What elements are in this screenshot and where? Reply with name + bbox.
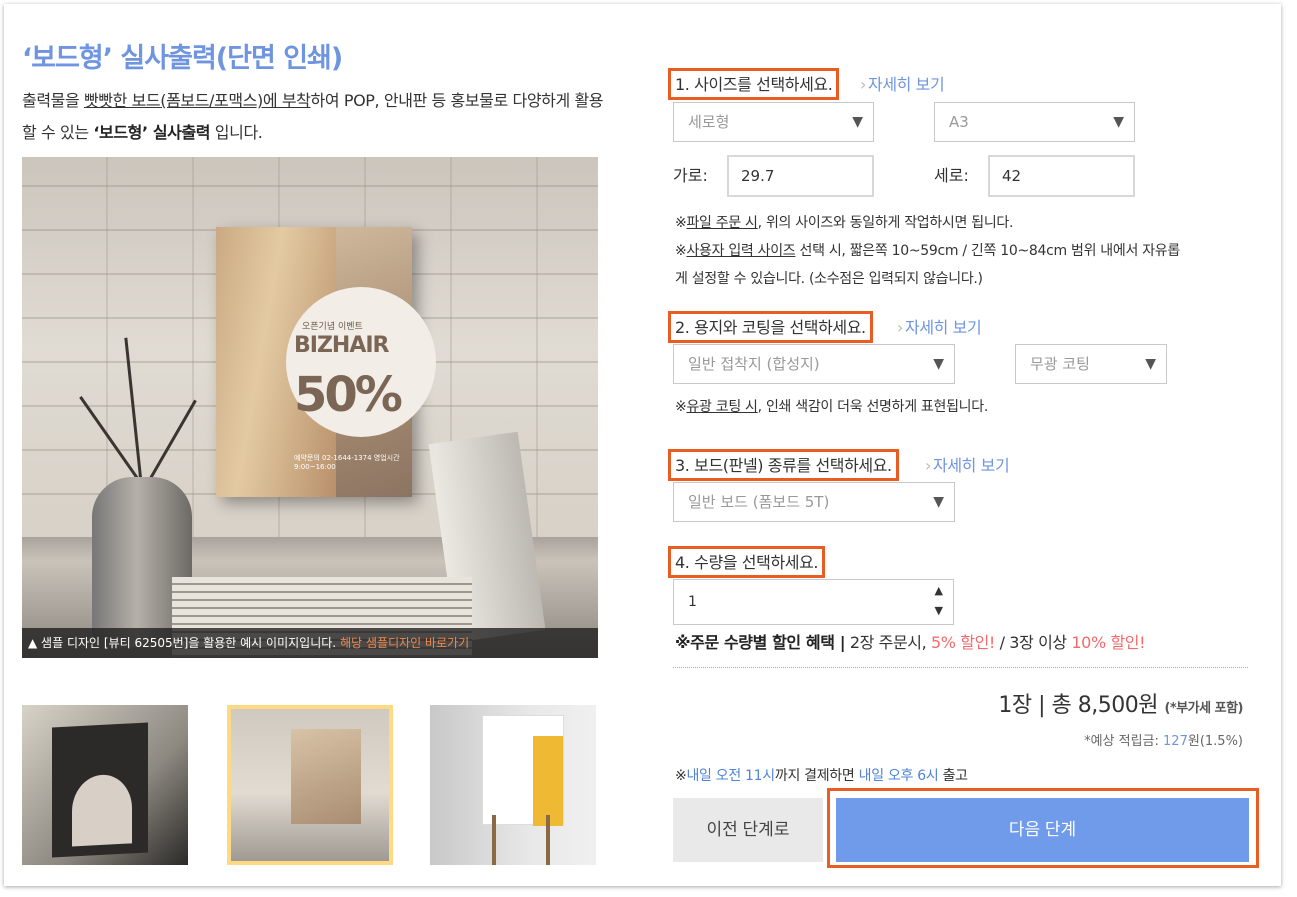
divider — [673, 667, 1248, 668]
paper-select[interactable]: 일반 접착지 (합성지) ▼ — [673, 344, 955, 384]
width-input[interactable]: 29.7 — [727, 155, 874, 197]
points-value: 127 — [1163, 734, 1188, 749]
chevron-right-icon: › — [897, 318, 903, 337]
select-value: 무광 코팅 — [1030, 355, 1090, 373]
note-text: , 위의 사이즈와 동일하게 작업하시면 됩니다. — [757, 215, 1014, 231]
select-value: 일반 보드 (폼보드 5T) — [688, 493, 830, 511]
step4-label: 4. 수량을 선택하세요. — [668, 546, 826, 578]
dropdown-arrow-icon: ▼ — [933, 356, 944, 372]
desc-text: 입니다. — [210, 123, 263, 142]
next-step-button[interactable]: 다음 단계 — [836, 798, 1249, 862]
prev-step-button[interactable]: 이전 단계로 — [673, 798, 823, 862]
points-suffix: 원(1.5%) — [1187, 734, 1243, 749]
product-description: 출력물을 빳빳한 보드(폼보드/포맥스)에 부착하여 POP, 안내판 등 홍보… — [22, 85, 612, 149]
chevron-right-icon: › — [925, 456, 931, 475]
desc-bold: ‘보드형’ 실사출력 — [93, 123, 211, 142]
desc-text: 출력물을 — [22, 91, 84, 110]
coating-select[interactable]: 무광 코팅 ▼ — [1015, 344, 1167, 384]
thumb-poster — [52, 722, 148, 858]
thumbnail-3[interactable] — [430, 705, 596, 865]
ship-time: 내일 오후 6시 — [858, 768, 939, 784]
discount-rate: 5% 할인! — [930, 633, 995, 652]
note-text: , 인쇄 색감이 더욱 선명하게 표현됩니다. — [757, 399, 989, 415]
step2-label: 2. 용지와 코팅을 선택하세요. — [668, 311, 873, 343]
more-text: 자세히 보기 — [868, 75, 945, 94]
quantity-stepper[interactable]: 1 ▲ ▼ — [673, 579, 954, 625]
step1-label: 1. 사이즈를 선택하세요. — [668, 68, 840, 100]
step3-label: 3. 보드(판넬) 종류를 선택하세요. — [668, 449, 899, 481]
page-title: ‘보드형’ 실사출력(단면 인쇄) — [22, 43, 343, 74]
height-label: 세로: — [934, 166, 969, 185]
sample-design-link[interactable]: 해당 샘플디자인 바로가기 — [340, 636, 469, 650]
coating-note: ※유광 코팅 시, 인쇄 색감이 더욱 선명하게 표현됩니다. — [675, 399, 989, 415]
size-note-1: ※파일 주문 시, 위의 사이즈와 동일하게 작업하시면 됩니다. — [675, 215, 1014, 231]
shipping-info: ※내일 오전 11시까지 결제하면 내일 오후 6시 출고 — [675, 765, 968, 787]
poster-brand: BIZHAIR — [294, 333, 389, 358]
quantity-value: 1 — [688, 594, 697, 610]
quantity-discount-info: ※주문 수량별 할인 혜택 | 2장 주문시, 5% 할인! / 3장 이상 1… — [675, 629, 1146, 657]
image-caption: ▲ 샘플 디자인 [뷰티 62505번]을 활용한 예시 이미지입니다. 해당 샘… — [22, 628, 598, 658]
discount-rate: 10% 할인! — [1071, 633, 1146, 652]
dropdown-arrow-icon: ▼ — [852, 114, 863, 130]
board-select[interactable]: 일반 보드 (폼보드 5T) ▼ — [673, 482, 955, 522]
discount-title: ※주문 수량별 할인 혜택 | — [675, 633, 846, 652]
height-input[interactable]: 42 — [988, 155, 1135, 197]
discount-text: 2장 주문시, — [845, 633, 931, 652]
main-preview-image: 오픈기념 이벤트 BIZHAIR 50% 예약문의 02-1644-1374 영… — [22, 157, 598, 658]
thumb-poster — [482, 715, 564, 826]
order-total: 1장 | 총 8,500원 (*부가세 포함) — [673, 690, 1243, 725]
note-underlined: 사용자 입력 사이즈 — [686, 243, 796, 259]
poster-contact: 예약문의 02-1644-1374 영업시간 9:00~16:00 — [294, 454, 400, 471]
step2-more-link[interactable]: › 자세히 보기 — [897, 314, 982, 342]
points-label: *예상 적립금: — [1084, 734, 1164, 749]
ship-prefix: ※ — [675, 768, 687, 784]
more-text: 자세히 보기 — [933, 456, 1010, 475]
thumbnail-1[interactable] — [22, 705, 188, 865]
note-underlined: 파일 주문 시 — [686, 215, 758, 231]
orientation-select[interactable]: 세로형 ▼ — [673, 102, 874, 142]
dropdown-arrow-icon: ▼ — [1113, 114, 1124, 130]
expected-points: *예상 적립금: 127원(1.5%) — [673, 732, 1243, 752]
poster-event: 오픈기념 이벤트 — [302, 322, 363, 332]
ship-text: 출고 — [938, 768, 968, 784]
decrement-icon[interactable]: ▼ — [935, 604, 943, 617]
ship-text: 까지 결제하면 — [774, 768, 859, 784]
select-value: 세로형 — [688, 113, 730, 131]
desc-underlined: 빳빳한 보드(폼보드/포맥스)에 부착 — [83, 91, 311, 110]
vat-note: (*부가세 포함) — [1164, 701, 1243, 716]
width-label: 가로: — [673, 166, 708, 185]
sample-poster: 오픈기념 이벤트 BIZHAIR 50% 예약문의 02-1644-1374 영… — [216, 227, 436, 497]
size-note-2: ※사용자 입력 사이즈 선택 시, 짧은쪽 10~59cm / 긴쪽 10~84… — [675, 243, 1181, 259]
payment-deadline: 내일 오전 11시 — [686, 768, 775, 784]
increment-icon[interactable]: ▲ — [935, 584, 943, 597]
note-text: 선택 시, 짧은쪽 10~59cm / 긴쪽 10~84cm 범위 내에서 자유… — [795, 243, 1181, 259]
caption-text: ▲ 샘플 디자인 [뷰티 62505번]을 활용한 예시 이미지입니다. — [28, 636, 337, 650]
poster-discount: 50% — [294, 367, 403, 423]
more-text: 자세히 보기 — [905, 318, 982, 337]
total-amount: 1장 | 총 8,500원 — [998, 693, 1158, 718]
select-value: A3 — [949, 113, 969, 131]
step3-more-link[interactable]: › 자세히 보기 — [925, 452, 1010, 480]
dropdown-arrow-icon: ▼ — [1145, 356, 1156, 372]
thumb-poster — [291, 729, 361, 824]
thumbnail-2-selected[interactable] — [227, 705, 393, 865]
step1-more-link[interactable]: › 자세히 보기 — [860, 71, 945, 99]
note-underlined: 유광 코팅 시 — [686, 399, 758, 415]
easel-leg — [492, 815, 496, 865]
size-select[interactable]: A3 ▼ — [934, 102, 1135, 142]
chevron-right-icon: › — [860, 75, 866, 94]
dropdown-arrow-icon: ▼ — [933, 494, 944, 510]
easel-leg — [546, 815, 550, 865]
select-value: 일반 접착지 (합성지) — [688, 355, 820, 373]
size-note-3: 게 설정할 수 있습니다. (소수점은 입력되지 않습니다.) — [675, 271, 983, 287]
discount-text: / 3장 이상 — [994, 633, 1072, 652]
